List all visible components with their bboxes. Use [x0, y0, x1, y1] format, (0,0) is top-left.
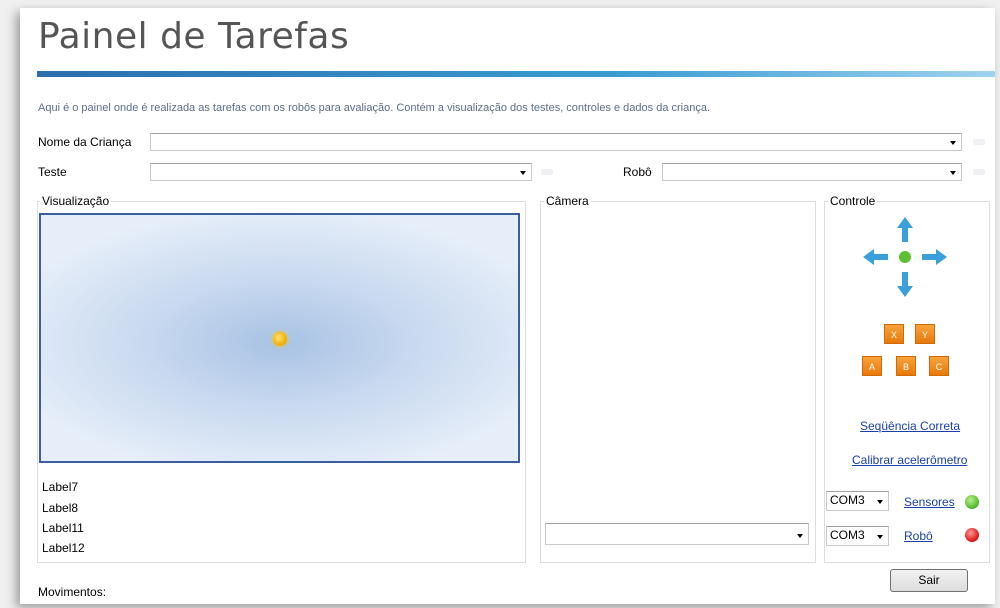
correct-sequence-link[interactable]: Seqüência Correta — [860, 419, 960, 433]
center-stop-icon[interactable] — [899, 251, 911, 263]
status-label-12: Label12 — [42, 541, 85, 555]
test-action-button[interactable] — [541, 169, 553, 175]
sensors-port-select[interactable]: COM3 — [826, 491, 889, 511]
chevron-down-icon[interactable] — [872, 493, 888, 509]
chevron-down-icon[interactable] — [872, 528, 888, 544]
robot-status-indicator — [965, 528, 979, 542]
task-panel-window: Painel de Tarefas Aqui é o painel onde é… — [20, 8, 995, 604]
chevron-down-icon[interactable] — [945, 134, 961, 150]
chevron-down-icon[interactable] — [792, 527, 808, 543]
robot-port-value: COM3 — [830, 528, 865, 542]
robot-position-marker — [273, 332, 287, 346]
camera-select[interactable] — [545, 523, 809, 545]
robot-action-button[interactable] — [973, 169, 985, 175]
control-title: Controle — [828, 194, 878, 208]
sensors-port-value: COM3 — [830, 493, 865, 507]
c-button[interactable]: C — [929, 356, 949, 376]
b-button[interactable]: B — [896, 356, 916, 376]
visualization-area — [39, 213, 520, 463]
arrow-left-icon[interactable] — [863, 249, 888, 265]
chevron-down-icon[interactable] — [945, 164, 961, 180]
test-label: Teste — [38, 165, 67, 179]
robot-select[interactable] — [662, 163, 962, 181]
arrow-right-icon[interactable] — [922, 249, 947, 265]
calibrate-accelerometer-link[interactable]: Calibrar acelerômetro — [852, 453, 967, 467]
test-select[interactable] — [150, 163, 532, 181]
movements-label: Movimentos: — [38, 585, 107, 599]
robot-link[interactable]: Robô — [904, 529, 933, 543]
child-name-select[interactable] — [150, 133, 962, 151]
x-button[interactable]: X — [884, 324, 904, 344]
page-description: Aqui é o painel onde é realizada as tare… — [38, 102, 711, 114]
title-underline — [37, 71, 995, 77]
direction-pad — [863, 217, 947, 297]
sensors-status-indicator — [965, 495, 979, 509]
arrow-up-icon[interactable] — [897, 217, 913, 242]
child-name-action-button[interactable] — [973, 139, 985, 145]
camera-title: Câmera — [544, 194, 591, 208]
status-label-8: Label8 — [42, 501, 79, 515]
child-name-label: Nome da Criança — [38, 135, 132, 149]
robot-port-select[interactable]: COM3 — [826, 526, 889, 546]
y-button[interactable]: Y — [915, 324, 935, 344]
chevron-down-icon[interactable] — [515, 164, 531, 180]
camera-group — [540, 201, 816, 563]
exit-button[interactable]: Sair — [890, 569, 968, 592]
page-title: Painel de Tarefas — [38, 16, 350, 57]
status-label-11: Label11 — [42, 521, 84, 535]
sensors-link[interactable]: Sensores — [904, 495, 955, 509]
arrow-down-icon[interactable] — [897, 272, 913, 297]
status-label-7: Label7 — [42, 480, 79, 494]
a-button[interactable]: A — [862, 356, 882, 376]
visualization-title: Visualização — [40, 194, 112, 208]
robot-label: Robô — [623, 165, 652, 179]
